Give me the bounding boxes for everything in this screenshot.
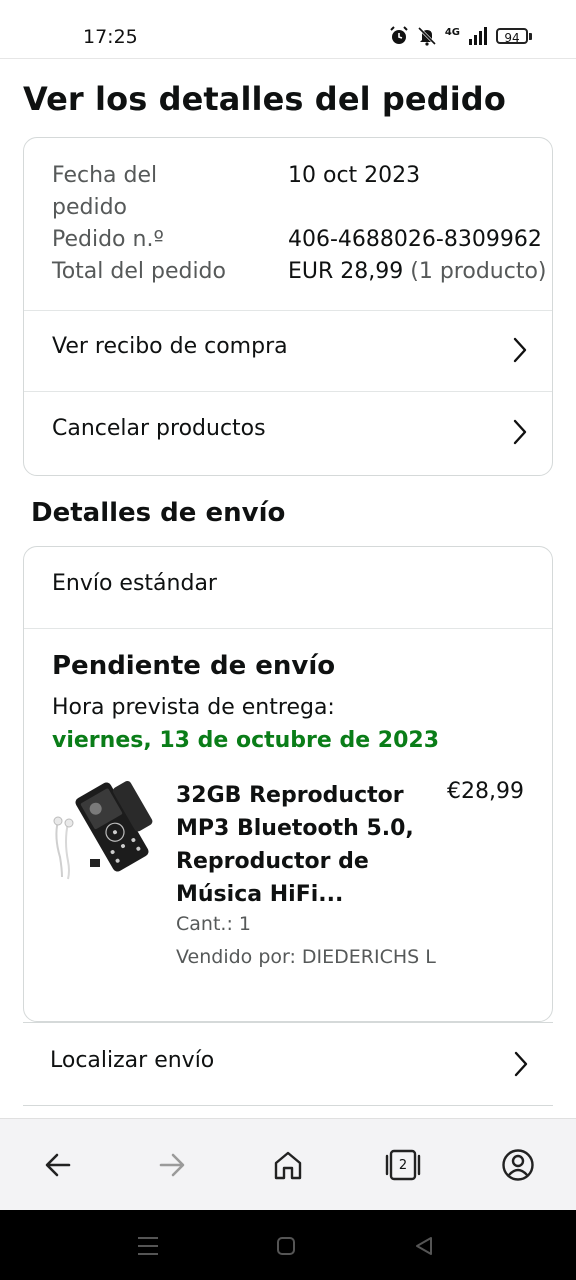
- mute-bell-icon: [417, 26, 436, 46]
- forward-button[interactable]: [152, 1145, 192, 1185]
- page-title: Ver los detalles del pedido: [23, 80, 506, 118]
- chevron-right-icon: [513, 419, 527, 445]
- forward-arrow-icon: [159, 1153, 185, 1177]
- shipping-section-title: Detalles de envío: [31, 498, 286, 528]
- tab-count: 2: [398, 1157, 408, 1173]
- shipment-card: Envío estándar Pendiente de envío Hora p…: [23, 546, 553, 1022]
- track-shipment-link[interactable]: Localizar envío: [23, 1024, 553, 1104]
- tabs-button[interactable]: 2: [383, 1145, 423, 1185]
- order-total-count: (1 producto): [410, 259, 547, 284]
- status-bar: 17:25 4G 94: [0, 0, 576, 59]
- order-date-row: Fecha del pedido 10 oct 2023: [52, 160, 420, 224]
- chevron-right-icon: [514, 1051, 528, 1077]
- shipping-method: Envío estándar: [52, 571, 217, 596]
- alarm-icon: [390, 26, 408, 44]
- system-back-button[interactable]: [412, 1234, 436, 1258]
- network-label: 4G: [444, 26, 460, 38]
- order-total-row: Total del pedido EUR 28,99 (1 producto): [52, 256, 547, 288]
- order-total-amount: EUR 28,99: [288, 259, 404, 284]
- order-number-row: Pedido n.º 406-4688026-8309962: [52, 224, 542, 256]
- account-button[interactable]: [498, 1145, 538, 1185]
- chevron-right-icon: [513, 337, 527, 363]
- order-number-value: 406-4688026-8309962: [288, 227, 542, 252]
- product-seller: Vendido por: DIEDERICHS L: [176, 946, 436, 968]
- order-total-value: EUR 28,99 (1 producto): [288, 256, 547, 288]
- status-icons: 4G 94: [389, 26, 532, 46]
- view-receipt-link[interactable]: Ver recibo de compra: [24, 310, 552, 390]
- battery-icon: 94: [496, 28, 532, 45]
- battery-level: 94: [496, 28, 528, 45]
- home-button[interactable]: [268, 1145, 308, 1185]
- back-arrow-icon: [45, 1153, 71, 1177]
- order-date-label: Fecha del pedido: [52, 163, 158, 220]
- delivery-eta-label: Hora prevista de entrega:: [52, 695, 335, 720]
- back-button[interactable]: [38, 1145, 78, 1185]
- product-title-link[interactable]: 32GB Reproductor MP3 Bluetooth 5.0, Repr…: [176, 779, 426, 911]
- divider: [24, 628, 552, 629]
- back-triangle-icon: [416, 1237, 432, 1255]
- order-number-label: Pedido n.º: [52, 227, 164, 252]
- account-icon: [502, 1149, 534, 1181]
- divider: [23, 1105, 553, 1106]
- signal-icon: [469, 27, 487, 45]
- menu-icon: [138, 1237, 158, 1255]
- bottom-navigation: 2: [0, 1118, 576, 1211]
- status-time: 17:25: [83, 26, 138, 48]
- system-home-button[interactable]: [274, 1234, 298, 1258]
- home-icon: [274, 1151, 302, 1180]
- product-price: €28,99: [447, 779, 524, 804]
- cancel-products-link[interactable]: Cancelar productos: [24, 392, 552, 472]
- delivery-eta-date: viernes, 13 de octubre de 2023: [52, 728, 440, 753]
- track-shipment-label: Localizar envío: [50, 1048, 215, 1073]
- product-image[interactable]: [52, 777, 156, 883]
- home-square-icon: [277, 1237, 295, 1255]
- order-date-value: 10 oct 2023: [288, 163, 421, 188]
- recents-button[interactable]: [136, 1234, 160, 1258]
- divider: [23, 1022, 553, 1023]
- cancel-products-label: Cancelar productos: [52, 416, 266, 441]
- order-summary-card: Fecha del pedido 10 oct 2023 Pedido n.º …: [23, 137, 553, 476]
- shipment-status: Pendiente de envío: [52, 651, 336, 681]
- product-quantity: Cant.: 1: [176, 913, 251, 935]
- view-receipt-label: Ver recibo de compra: [52, 334, 288, 359]
- system-navigation-bar: [0, 1210, 576, 1280]
- order-total-label: Total del pedido: [52, 259, 226, 284]
